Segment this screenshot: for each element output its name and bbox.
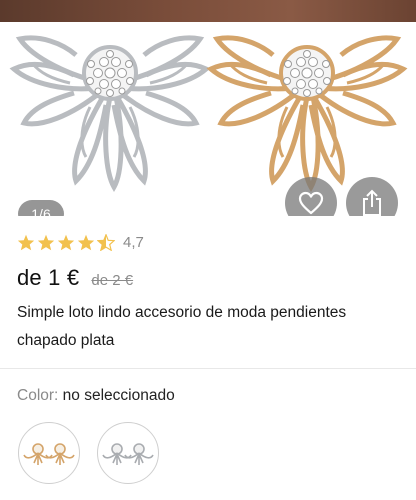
current-price: de 1 €	[17, 265, 80, 290]
share-icon	[363, 189, 381, 216]
rating-value: 4,7	[123, 234, 144, 251]
gold-earring-drawing	[211, 38, 403, 187]
gold-earrings-thumbnail	[23, 443, 75, 465]
color-selector: Color: no seleccionado	[0, 369, 416, 500]
silver-earrings-thumbnail	[102, 443, 154, 465]
product-gallery[interactable]: 1/6	[0, 22, 416, 229]
star-rating	[17, 234, 115, 251]
color-swatch-gold[interactable]	[18, 422, 80, 484]
half-star-icon	[97, 234, 115, 251]
silver-earring-drawing	[14, 38, 206, 187]
product-info: 4,7 de 1 € de 2 € Simple loto lindo acce…	[0, 216, 416, 366]
star-icon	[17, 234, 35, 251]
star-icon	[57, 234, 75, 251]
product-title: Simple loto lindo accesorio de moda pend…	[17, 304, 347, 349]
color-value: no seleccionado	[62, 387, 175, 404]
rating[interactable]: 4,7	[17, 234, 144, 251]
star-icon	[37, 234, 55, 251]
color-swatch-silver[interactable]	[97, 422, 159, 484]
price-row: de 1 € de 2 €	[17, 265, 133, 291]
star-icon	[77, 234, 95, 251]
top-image-strip	[0, 0, 416, 22]
color-label-text: Color:	[17, 387, 59, 404]
color-label: Color: no seleccionado	[17, 387, 175, 405]
original-price: de 2 €	[91, 272, 134, 289]
heart-outline-icon	[298, 191, 324, 215]
